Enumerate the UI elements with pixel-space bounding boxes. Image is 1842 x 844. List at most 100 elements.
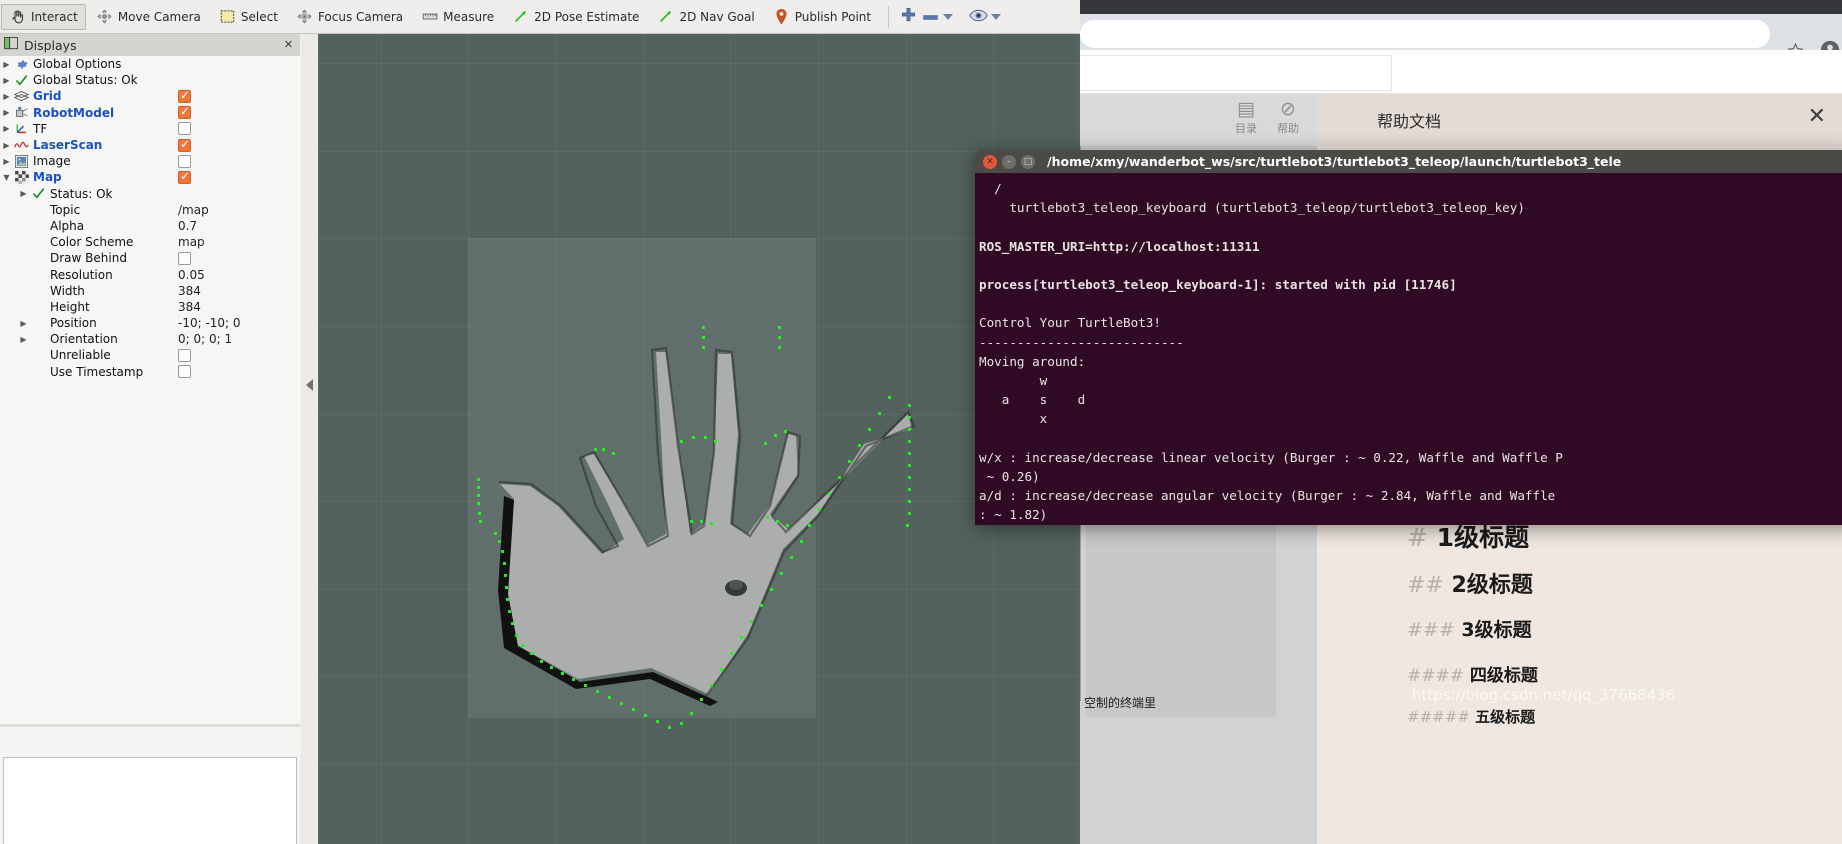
gear-icon bbox=[13, 58, 30, 71]
terminal-close-button[interactable]: ✕ bbox=[983, 154, 997, 169]
display-enable-checkbox[interactable] bbox=[178, 137, 191, 152]
expand-arrow-icon[interactable]: ▶ bbox=[0, 124, 13, 133]
display-tree-value[interactable]: -10; -10; 0 bbox=[178, 316, 241, 330]
expand-arrow-icon[interactable]: ▶ bbox=[0, 76, 13, 85]
help-text-h4: 四级标题 bbox=[1469, 666, 1538, 686]
display-tree-row[interactable]: Height 384 bbox=[0, 299, 300, 315]
display-enable-checkbox[interactable] bbox=[178, 169, 191, 184]
toc-button[interactable]: ▤ 目录 bbox=[1226, 98, 1266, 136]
tool-select-label: Select bbox=[240, 9, 278, 24]
display-tree-row[interactable]: Use Timestamp bbox=[0, 364, 300, 380]
display-tree-row[interactable]: Alpha 0.7 bbox=[0, 218, 300, 234]
chevron-down-icon-remove[interactable] bbox=[943, 13, 954, 20]
display-enable-checkbox[interactable] bbox=[178, 88, 191, 103]
help-text-h1: 1级标题 bbox=[1436, 523, 1530, 552]
help-button[interactable]: ⊘ 帮助 bbox=[1268, 98, 1308, 136]
display-tree-row[interactable]: ▶ Global Options bbox=[0, 56, 300, 72]
help-panel-title: 帮助文档 bbox=[1377, 112, 1442, 131]
display-tree-row[interactable]: ▶ LaserScan bbox=[0, 137, 300, 153]
remove-display-button[interactable] bbox=[919, 5, 941, 29]
display-tree-row[interactable]: ▼ Map bbox=[0, 169, 300, 185]
display-tree-row[interactable]: ▶ Status: Ok bbox=[0, 186, 300, 202]
tool-interact[interactable]: Interact bbox=[1, 3, 86, 30]
expand-arrow-icon[interactable]: ▶ bbox=[0, 108, 13, 117]
terminal-maximize-button[interactable]: □ bbox=[1021, 154, 1035, 169]
display-tree-row[interactable]: Topic/map bbox=[0, 202, 300, 218]
view-splitter[interactable] bbox=[301, 34, 317, 844]
display-tree-value[interactable]: 384 bbox=[178, 300, 201, 314]
displays-panel-title: Displays bbox=[24, 37, 77, 53]
display-tree-row[interactable]: ▶ Position -10; -10; 0 bbox=[0, 315, 300, 331]
display-tree-label: Global Status: Ok bbox=[33, 73, 138, 88]
display-tree-row[interactable]: Color Scheme map bbox=[0, 234, 300, 250]
display-tree-row[interactable]: Unreliable bbox=[0, 347, 300, 363]
select-rect-icon bbox=[219, 9, 236, 25]
display-tree-row[interactable]: Resolution 0.05 bbox=[0, 266, 300, 282]
browser-toolbar bbox=[1080, 14, 1842, 60]
expand-arrow-icon[interactable]: ▶ bbox=[17, 189, 30, 198]
display-tree-label: Width bbox=[50, 283, 85, 298]
displays-panel-title-bar: Displays ✕ bbox=[0, 34, 300, 56]
displays-tree[interactable]: ▶ Global Options ▶ Global Status: Ok ▶ Grid ▶ R… bbox=[0, 56, 300, 736]
collapse-arrow-icon[interactable] bbox=[306, 379, 313, 391]
expand-arrow-icon[interactable]: ▶ bbox=[17, 335, 30, 344]
display-tree-row[interactable]: Draw Behind bbox=[0, 250, 300, 266]
tool-move-camera-label: Move Camera bbox=[117, 9, 201, 24]
display-tree-label: Use Timestamp bbox=[50, 364, 144, 379]
terminal-line: a/d : increase/decrease angular velocity… bbox=[979, 488, 1556, 504]
expand-arrow-icon[interactable]: ▶ bbox=[0, 157, 13, 166]
display-tree-value[interactable]: 0.05 bbox=[178, 268, 205, 282]
display-tree-value[interactable]: map bbox=[178, 235, 205, 249]
tool-focus-camera[interactable]: Focus Camera bbox=[288, 4, 411, 30]
plus-icon bbox=[901, 7, 916, 26]
display-tree-row[interactable]: ▶ Orientation 0; 0; 0; 1 bbox=[0, 331, 300, 347]
chevron-down-icon-visibility[interactable] bbox=[991, 13, 1002, 20]
display-tree-value[interactable]: 0.7 bbox=[178, 219, 197, 233]
tool-move-camera[interactable]: Move Camera bbox=[88, 4, 209, 30]
display-tree-value[interactable]: 0; 0; 0; 1 bbox=[178, 332, 232, 346]
tool-2d-pose-estimate[interactable]: 2D Pose Estimate bbox=[504, 4, 647, 30]
terminal-title-bar[interactable]: ✕ – □ /home/xmy/wanderbot_ws/src/turtleb… bbox=[975, 150, 1842, 173]
display-tree-row[interactable]: ▶ RobotModel bbox=[0, 104, 300, 121]
display-tree-value[interactable]: /map bbox=[178, 203, 209, 217]
robot-model bbox=[725, 580, 747, 596]
display-tree-row[interactable]: Width 384 bbox=[0, 283, 300, 299]
expand-arrow-icon[interactable]: ▶ bbox=[0, 141, 13, 150]
terminal-window[interactable]: ✕ – □ /home/xmy/wanderbot_ws/src/turtleb… bbox=[975, 150, 1842, 525]
displays-dock: Displays ✕ ▶ Global Options ▶ Global Status… bbox=[0, 34, 300, 844]
display-tree-row[interactable]: ▶ Image bbox=[0, 153, 300, 169]
rviz-3d-viewport[interactable] bbox=[318, 34, 1080, 844]
display-enable-checkbox[interactable] bbox=[178, 348, 191, 362]
display-tree-label: Unreliable bbox=[50, 348, 111, 363]
expand-arrow-icon[interactable]: ▶ bbox=[0, 92, 13, 101]
screen-root: 32/100 保存草稿 发布文章 ▤ 目录 ⊘ 帮助 空制的终端里 帮助文档 ✕ bbox=[0, 0, 1842, 844]
expand-arrow-icon[interactable]: ▶ bbox=[17, 319, 30, 328]
help-text-h2: 2级标题 bbox=[1451, 573, 1533, 598]
add-display-button[interactable] bbox=[897, 5, 919, 29]
display-enable-checkbox[interactable] bbox=[178, 122, 191, 136]
tool-2d-nav-goal[interactable]: 2D Nav Goal bbox=[649, 4, 762, 30]
help-close-icon[interactable]: ✕ bbox=[1808, 104, 1826, 130]
tool-publish-point[interactable]: Publish Point bbox=[765, 4, 879, 30]
terminal-line: / bbox=[979, 181, 1002, 196]
expand-arrow-icon[interactable]: ▶ bbox=[0, 60, 13, 69]
display-tree-row[interactable]: ▶ TF bbox=[0, 121, 300, 137]
expand-arrow-icon-open[interactable]: ▼ bbox=[0, 173, 13, 182]
display-tree-value[interactable]: 384 bbox=[178, 284, 201, 298]
tool-measure[interactable]: Measure bbox=[413, 4, 502, 30]
display-tree-label: Draw Behind bbox=[50, 251, 127, 266]
display-tree-row[interactable]: ▶ Global Status: Ok bbox=[0, 72, 300, 88]
tool-select[interactable]: Select bbox=[211, 4, 286, 30]
terminal-minimize-button[interactable]: – bbox=[1002, 154, 1016, 169]
display-enable-checkbox[interactable] bbox=[178, 154, 191, 168]
help-text-h3: 3级标题 bbox=[1461, 619, 1532, 641]
address-bar-input[interactable] bbox=[1080, 20, 1770, 48]
display-tree-row[interactable]: ▶ Grid bbox=[0, 88, 300, 104]
terminal-output[interactable]: / turtlebot3_teleop_keyboard (turtlebot3… bbox=[975, 173, 1842, 525]
display-enable-checkbox[interactable] bbox=[178, 251, 191, 265]
display-enable-checkbox[interactable] bbox=[178, 365, 191, 379]
display-enable-checkbox[interactable] bbox=[178, 104, 191, 120]
close-icon[interactable]: ✕ bbox=[282, 38, 295, 51]
visibility-toggle-button[interactable] bbox=[967, 5, 989, 29]
